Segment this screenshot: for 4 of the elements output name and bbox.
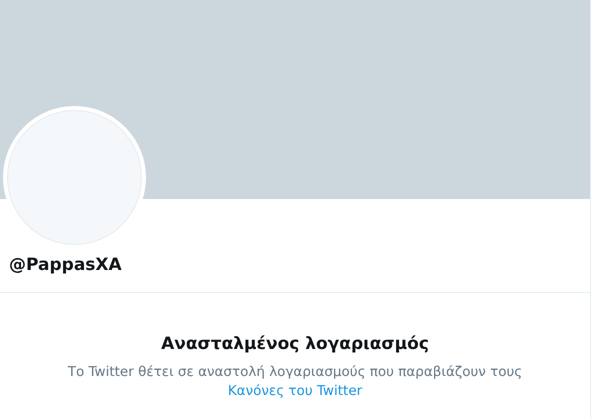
profile-handle: @PappasXA bbox=[9, 255, 122, 275]
rules-link[interactable]: Κανόνες του Twitter bbox=[228, 383, 362, 399]
notice-title: Ανασταλμένος λογαριασμός bbox=[161, 334, 429, 354]
notice-text: Το Twitter θέτει σε αναστολή λογαριασμούς που παραβιάζουν τους Κανόνες του Twitter bbox=[66, 363, 524, 401]
